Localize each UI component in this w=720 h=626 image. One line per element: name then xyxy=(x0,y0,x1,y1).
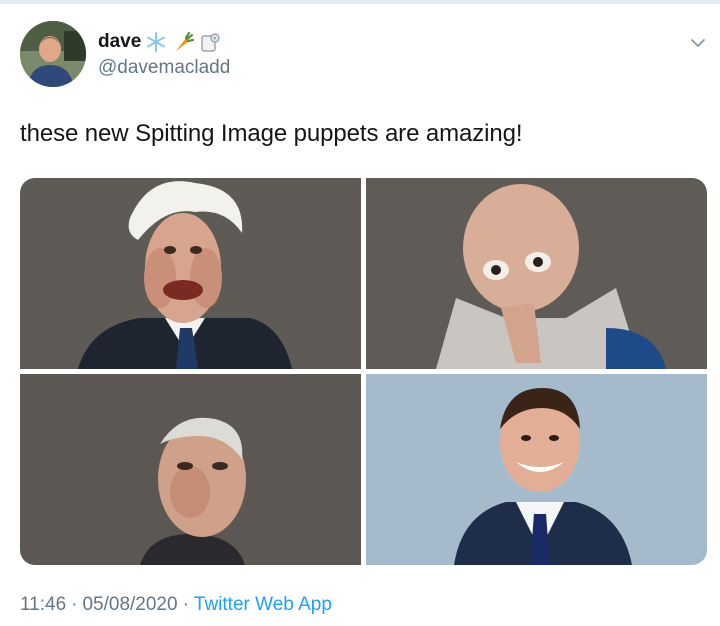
separator: · xyxy=(71,594,78,615)
toilet-paper-emoji-icon xyxy=(199,31,221,53)
separator: · xyxy=(182,594,189,615)
carrot-emoji-icon xyxy=(172,31,195,53)
display-name[interactable]: dave xyxy=(98,31,141,53)
top-divider xyxy=(0,0,720,4)
tweet-photo-2[interactable] xyxy=(366,178,707,369)
tweet-meta: 11:46 · 05/08/2020 · Twitter Web App xyxy=(20,594,332,616)
snowflake-emoji-icon xyxy=(145,31,167,53)
tweet-text: these new Spitting Image puppets are ama… xyxy=(20,120,523,147)
tweet-time[interactable]: 11:46 xyxy=(20,594,66,615)
tweet-photo-1[interactable] xyxy=(20,178,361,369)
chevron-down-icon[interactable] xyxy=(690,36,706,48)
user-handle[interactable]: @davemacladd xyxy=(98,57,230,79)
tweet-date[interactable]: 05/08/2020 xyxy=(82,594,177,615)
tweet-source-link[interactable]: Twitter Web App xyxy=(194,594,332,615)
tweet-photo-4[interactable] xyxy=(366,374,707,565)
avatar[interactable] xyxy=(20,21,86,87)
tweet-photo-3[interactable] xyxy=(20,374,361,565)
